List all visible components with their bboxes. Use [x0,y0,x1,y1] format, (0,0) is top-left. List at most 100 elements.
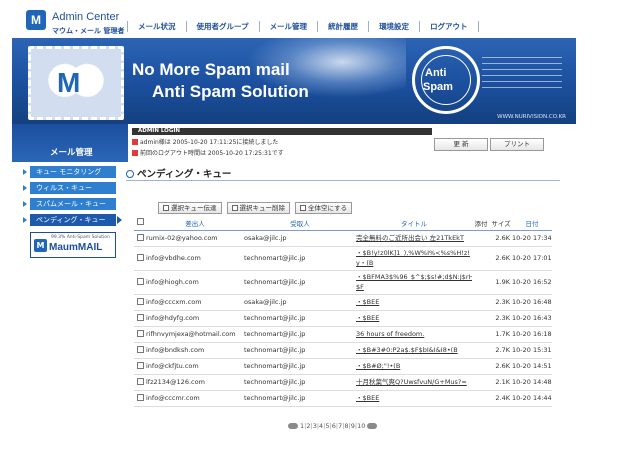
col-title[interactable]: タイトル [356,216,472,231]
stamp-word-anti: Anti [425,67,447,79]
red-square-icon [132,139,138,145]
recipient-cell: technomart@jilc.jp [244,390,356,407]
mail-title-link[interactable]: 36 hours of freedom. [356,329,472,339]
sidebar-item-virus-queue[interactable]: ウィルス・キュー [23,182,116,194]
bullet-arrow-icon [23,185,27,191]
col-attach: 添付 [472,216,490,231]
admin-center-logo[interactable]: M Admin Center マウム・メール 管理者 [26,10,126,36]
deliver-selected-button[interactable]: 選択キュー伝達 [158,202,222,214]
title-cell: 完全無料のご近所出会い 左21TkEkT [356,230,472,247]
page-title-text: ペンディング・キュー [137,169,232,180]
nav-statistics[interactable]: 統計履歴 [317,20,368,32]
active-pointer-icon [117,216,122,224]
mail-title-link[interactable]: ・$B#3#0:P2a$.$F$bI&I&I8•(B [356,345,472,355]
row-checkbox[interactable] [136,393,144,401]
page-numbers: 1|2|3|4|5|6|7|8|9|10 [300,422,365,430]
recipient-cell: technomart@jilc.jp [244,310,356,327]
deliver-selected-label: 選択キュー伝達 [171,204,217,212]
print-button[interactable]: プリント [490,138,544,151]
admin-login-panel: ADMIN LOGIN admin様は 2005-10-20 17:11:25に… [132,128,432,157]
col-size: サイズ [490,216,512,231]
select-all-checkbox-cell [134,216,146,231]
nav-settings[interactable]: 環境設定 [368,20,419,32]
row-checkbox[interactable] [136,253,144,261]
sidebar-item-spam-queue[interactable]: スパムメール・キュー [23,198,116,210]
mail-title-link[interactable]: 完全無料のご近所出会い 左21TkEkT [356,233,472,243]
mail-title-link[interactable]: 十月秋葉气爽Q?UwsfvuN/G+Mus?= [356,377,472,387]
table-row: info@bndksh.com technomart@jilc.jp ・$B#3#0… [134,342,552,359]
red-square-icon [132,150,138,156]
prev-page-icon[interactable] [288,423,298,429]
date-cell: 10-20 17:01 [512,246,552,271]
nav-mail-management[interactable]: メール管理 [258,20,318,32]
maum-mail-badge[interactable]: M 99.3% Anti-Spam Solution MaumMAIL [30,232,116,258]
title-bullet-icon [126,170,134,178]
row-checkbox-cell [134,342,146,359]
size-cell: 2.6K [490,230,512,247]
col-recipient[interactable]: 受取人 [244,216,356,231]
date-cell: 10-20 14:44 [512,390,552,407]
attach-cell [472,358,490,375]
size-cell: 2.3K [490,310,512,327]
hero-banner: M No More Spam mail Anti Spam Solution A… [12,38,576,124]
date-cell: 10-20 14:51 [512,358,552,375]
sidebar-item-pending-queue[interactable]: ペンディング・キュー [23,214,122,226]
checkbox-icon [231,205,238,211]
checkbox-icon [300,205,306,211]
recipient-cell: technomart@jilc.jp [244,342,356,359]
mail-title-link[interactable]: ・$B!y!z0lK]1_),%W%I%<%s%H!z! [356,248,472,258]
col-sender[interactable]: 差出人 [146,216,244,231]
col-date[interactable]: 日付 [512,216,552,231]
nav-logout[interactable]: ログアウト [419,20,479,32]
mail-title-link[interactable]: ・$BFMA3$%96_$^$;$s!#;d$N:J$rHH$7 [356,272,472,282]
select-all-checkbox[interactable] [136,218,144,226]
size-cell: 2.6K [490,246,512,271]
mail-title-link[interactable]: ・$BEE [356,393,472,403]
last-logout-text: 前回のログアウト時間は 2005-10-20 17:25:31です [140,150,284,157]
recipient-cell: technomart@jilc.jp [244,270,356,295]
recipient-cell: technomart@jilc.jp [244,358,356,375]
app-title: Admin Center [52,11,120,23]
row-checkbox[interactable] [136,297,144,305]
title-cell: ・$BEE [356,310,472,327]
table-row: info@hdyfg.com technomart@jilc.jp ・$BEE 2.3… [134,310,552,327]
row-checkbox[interactable] [136,361,144,369]
refresh-button[interactable]: 更 新 [434,138,488,151]
nav-user-groups[interactable]: 使用者グループ [185,20,259,32]
mail-title-link[interactable]: $F [356,282,472,292]
sidebar-item-label: ペンディング・キュー [36,216,106,224]
date-cell: 10-20 16:52 [512,270,552,295]
date-cell: 10-20 16:48 [512,294,552,311]
row-checkbox[interactable] [136,313,144,321]
attach-cell [472,246,490,271]
envelope-m-letter: M [57,67,81,98]
next-page-icon[interactable] [367,423,378,429]
sidebar-item-queue-monitoring[interactable]: キュー モニタリング [23,166,116,178]
banner-headline-1: No More Spam mail [132,60,290,79]
recipient-cell: technomart@jilc.jp [244,246,356,271]
row-checkbox[interactable] [136,277,144,285]
page-link[interactable]: 10 [357,422,365,430]
mail-title-link[interactable]: y・(B [356,258,472,268]
size-cell: 2.6K [490,358,512,375]
mail-title-link[interactable]: ・$B#Ø;"!•(B [356,361,472,371]
mail-title-link[interactable]: ・$BEE [356,297,472,307]
delete-selected-button[interactable]: 選択キュー削除 [226,202,290,214]
attach-cell [472,374,490,391]
mail-title-link[interactable]: ・$BEE [356,313,472,323]
row-checkbox[interactable] [136,329,144,337]
row-checkbox[interactable] [136,345,144,353]
nav-mail-status[interactable]: メール状況 [127,20,186,32]
empty-all-button[interactable]: 全体空にする [295,202,353,214]
row-checkbox[interactable] [136,233,144,241]
row-checkbox-cell [134,294,146,311]
sidebar-item-label: スパムメール・キュー [36,200,106,208]
pagination: 1|2|3|4|5|6|7|8|9|10 [288,422,378,430]
size-cell: 2.7K [490,342,512,359]
title-cell: ・$B#3#0:P2a$.$F$bI&I&I8•(B [356,342,472,359]
maum-tagline: 99.3% Anti-Spam Solution [51,235,110,240]
banner-url: WWW.NURIVISION.CO.KR [497,114,566,120]
row-checkbox[interactable] [136,377,144,385]
sender-cell: info@hiogh.com [146,270,244,295]
attach-cell [472,390,490,407]
